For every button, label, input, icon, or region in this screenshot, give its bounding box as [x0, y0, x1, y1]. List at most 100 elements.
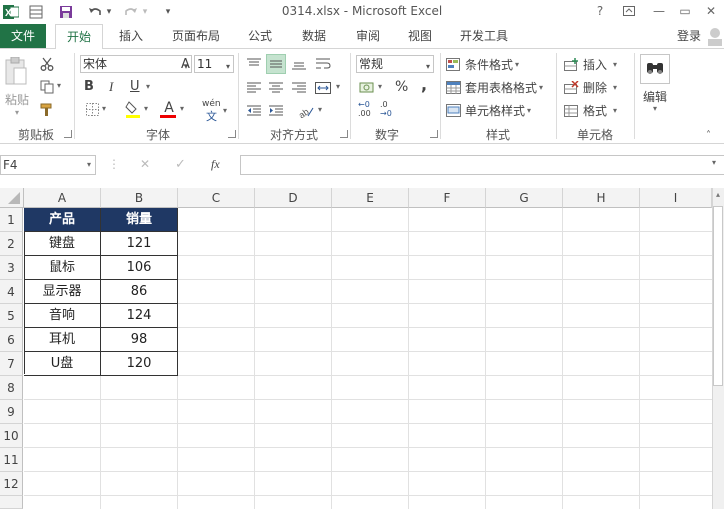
column-header-g[interactable]: G	[486, 188, 563, 208]
find-select-icon[interactable]	[640, 54, 670, 84]
align-middle-icon[interactable]	[266, 54, 286, 74]
tab-developer[interactable]: 开发工具	[452, 24, 516, 48]
grow-font-icon[interactable]: A	[181, 57, 190, 72]
column-header-d[interactable]: D	[255, 188, 332, 208]
table-header-cell[interactable]: 产品	[24, 208, 101, 232]
scroll-up-icon[interactable]: ▴	[713, 190, 723, 202]
table-cell[interactable]: 106	[101, 256, 178, 280]
borders-icon[interactable]	[84, 101, 100, 117]
undo-dropdown-icon[interactable]: ▾	[104, 2, 114, 22]
number-launcher-icon[interactable]	[430, 130, 438, 138]
row-header-11[interactable]: 11	[0, 448, 23, 472]
insert-cells-button[interactable]: 插入 ▾	[564, 56, 617, 73]
restore-button[interactable]: ▭	[674, 2, 696, 20]
increase-indent-icon[interactable]	[266, 101, 286, 121]
row-header-8[interactable]: 8	[0, 376, 23, 400]
row-header-13[interactable]	[0, 496, 23, 509]
table-cell[interactable]: 显示器	[24, 280, 101, 304]
redo-dropdown-icon[interactable]: ▾	[140, 2, 150, 22]
formula-input[interactable]	[240, 155, 724, 175]
column-header-c[interactable]: C	[178, 188, 255, 208]
tab-data[interactable]: 数据	[294, 24, 334, 48]
number-format-combo[interactable]: 常规 ▾	[356, 55, 434, 73]
undo-icon[interactable]	[86, 2, 104, 22]
column-header-h[interactable]: H	[563, 188, 640, 208]
minimize-button[interactable]: —	[648, 2, 670, 20]
font-color-dropdown-icon[interactable]: ▾	[180, 104, 184, 113]
underline-dropdown-icon[interactable]: ▾	[146, 82, 150, 91]
font-name-combo[interactable]: 宋体 ▾	[80, 55, 192, 73]
paste-icon[interactable]	[3, 56, 29, 88]
tab-insert[interactable]: 插入	[110, 24, 152, 48]
conditional-formatting-button[interactable]: 条件格式 ▾	[446, 56, 519, 73]
row-header-12[interactable]: 12	[0, 472, 23, 496]
align-bottom-icon[interactable]	[289, 54, 309, 74]
paste-button[interactable]: 粘贴	[2, 91, 32, 108]
table-cell[interactable]: 键盘	[24, 232, 101, 256]
table-cell[interactable]: 耳机	[24, 328, 101, 352]
format-as-table-button[interactable]: 套用表格格式 ▾	[446, 79, 543, 96]
tab-view[interactable]: 视图	[400, 24, 440, 48]
collapse-ribbon-icon[interactable]: ˄	[706, 130, 711, 141]
tab-home[interactable]: 开始	[55, 24, 103, 50]
table-cell[interactable]: 124	[101, 304, 178, 328]
close-button[interactable]: ✕	[700, 2, 722, 20]
name-box[interactable]: F4 ▾	[0, 155, 96, 175]
percent-style-button[interactable]: %	[395, 79, 408, 95]
font-launcher-icon[interactable]	[228, 130, 236, 138]
borders-dropdown-icon[interactable]: ▾	[102, 104, 106, 113]
table-cell[interactable]: 鼠标	[24, 256, 101, 280]
table-cell[interactable]: 120	[101, 352, 178, 376]
tab-review[interactable]: 审阅	[348, 24, 388, 48]
delete-cells-button[interactable]: 删除 ▾	[564, 79, 617, 96]
table-cell[interactable]: 86	[101, 280, 178, 304]
row-header-5[interactable]: 5	[0, 304, 23, 328]
ribbon-display-options-icon[interactable]	[618, 2, 640, 20]
column-header-a[interactable]: A	[24, 188, 101, 208]
increase-decimal-button[interactable]: .00	[358, 109, 371, 118]
phonetic-dropdown-icon[interactable]: ▾	[223, 106, 227, 115]
fill-color-dropdown-icon[interactable]: ▾	[144, 104, 148, 113]
editing-dropdown-icon[interactable]: ▾	[650, 104, 660, 113]
insert-function-icon[interactable]: fx	[211, 157, 220, 172]
enter-entry-icon[interactable]: ✓	[175, 157, 186, 172]
comma-style-button[interactable]: ,	[421, 75, 427, 94]
increase-decimal-arrow[interactable]: ←0	[358, 100, 370, 109]
paste-dropdown-icon[interactable]: ▾	[12, 108, 22, 117]
column-header-f[interactable]: F	[409, 188, 486, 208]
formula-bar-splitter[interactable]: ⋮	[108, 157, 121, 171]
align-center-icon[interactable]	[266, 78, 286, 98]
bold-button[interactable]: B	[84, 79, 94, 94]
accounting-format-icon[interactable]	[357, 79, 377, 97]
clipboard-launcher-icon[interactable]	[64, 130, 72, 138]
font-size-combo[interactable]: 11 ▾	[194, 55, 234, 73]
table-cell[interactable]: 121	[101, 232, 178, 256]
format-painter-icon[interactable]	[38, 101, 56, 119]
row-header-2[interactable]: 2	[0, 232, 23, 256]
align-left-icon[interactable]	[244, 78, 264, 98]
redo-icon[interactable]	[122, 2, 140, 22]
decrease-decimal-button[interactable]: .0	[380, 100, 388, 109]
alignment-launcher-icon[interactable]	[340, 130, 348, 138]
table-cell[interactable]: U盘	[24, 352, 101, 376]
underline-button[interactable]: U	[130, 79, 140, 94]
help-button[interactable]: ?	[589, 2, 611, 20]
row-header-1[interactable]: 1	[0, 208, 23, 232]
copy-dropdown-icon[interactable]: ▾	[57, 81, 61, 90]
row-header-10[interactable]: 10	[0, 424, 23, 448]
align-top-icon[interactable]	[244, 54, 264, 74]
orientation-icon[interactable]: ab	[296, 101, 316, 121]
copy-icon[interactable]	[38, 78, 56, 96]
orientation-dropdown-icon[interactable]: ▾	[318, 105, 322, 114]
merge-center-icon[interactable]	[312, 78, 334, 98]
tab-formulas[interactable]: 公式	[240, 24, 280, 48]
align-right-icon[interactable]	[289, 78, 309, 98]
decrease-indent-icon[interactable]	[244, 101, 264, 121]
column-header-e[interactable]: E	[332, 188, 409, 208]
column-header-i[interactable]: I	[640, 188, 712, 208]
account-avatar-icon[interactable]	[706, 26, 724, 46]
merge-dropdown-icon[interactable]: ▾	[336, 82, 340, 91]
touch-mode-icon[interactable]	[26, 2, 46, 22]
fill-color-icon[interactable]	[124, 99, 142, 119]
cell-styles-button[interactable]: 单元格样式 ▾	[446, 102, 531, 119]
